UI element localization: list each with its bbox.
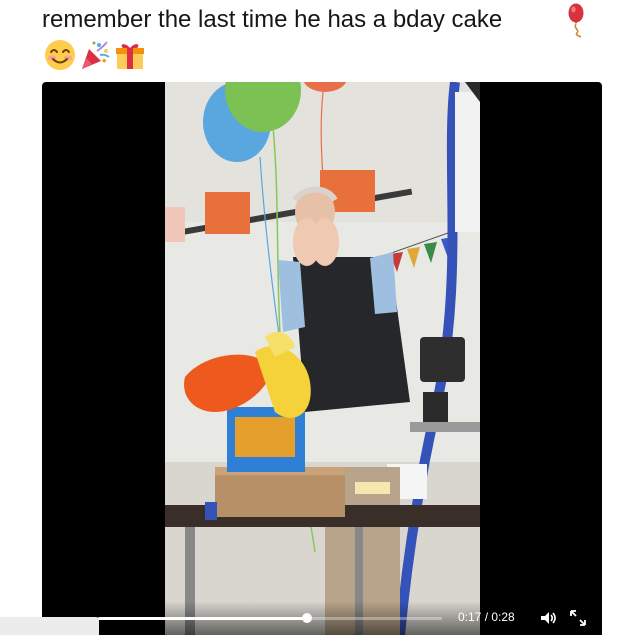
- progress-handle[interactable]: [301, 613, 312, 623]
- emoji-row: [44, 38, 146, 72]
- video-player[interactable]: 0:17 / 0:28: [42, 82, 602, 635]
- overlay-corner: [0, 617, 99, 635]
- smiling-face-icon: [45, 40, 75, 70]
- volume-icon[interactable]: [539, 609, 557, 627]
- party-popper-icon: [82, 41, 110, 69]
- time-display: 0:17 / 0:28: [458, 610, 515, 624]
- video-still-image: [165, 82, 480, 635]
- video-frame[interactable]: [165, 82, 480, 635]
- progress-bar[interactable]: [98, 613, 442, 623]
- fullscreen-icon[interactable]: [569, 609, 587, 627]
- video-controls: 0:17 / 0:28: [42, 601, 602, 635]
- balloon-icon: [568, 3, 584, 38]
- wrapped-gift-icon: [116, 44, 144, 69]
- tweet-text-line: remember the last time he has a bday cak…: [42, 6, 503, 33]
- progress-fill: [98, 617, 307, 620]
